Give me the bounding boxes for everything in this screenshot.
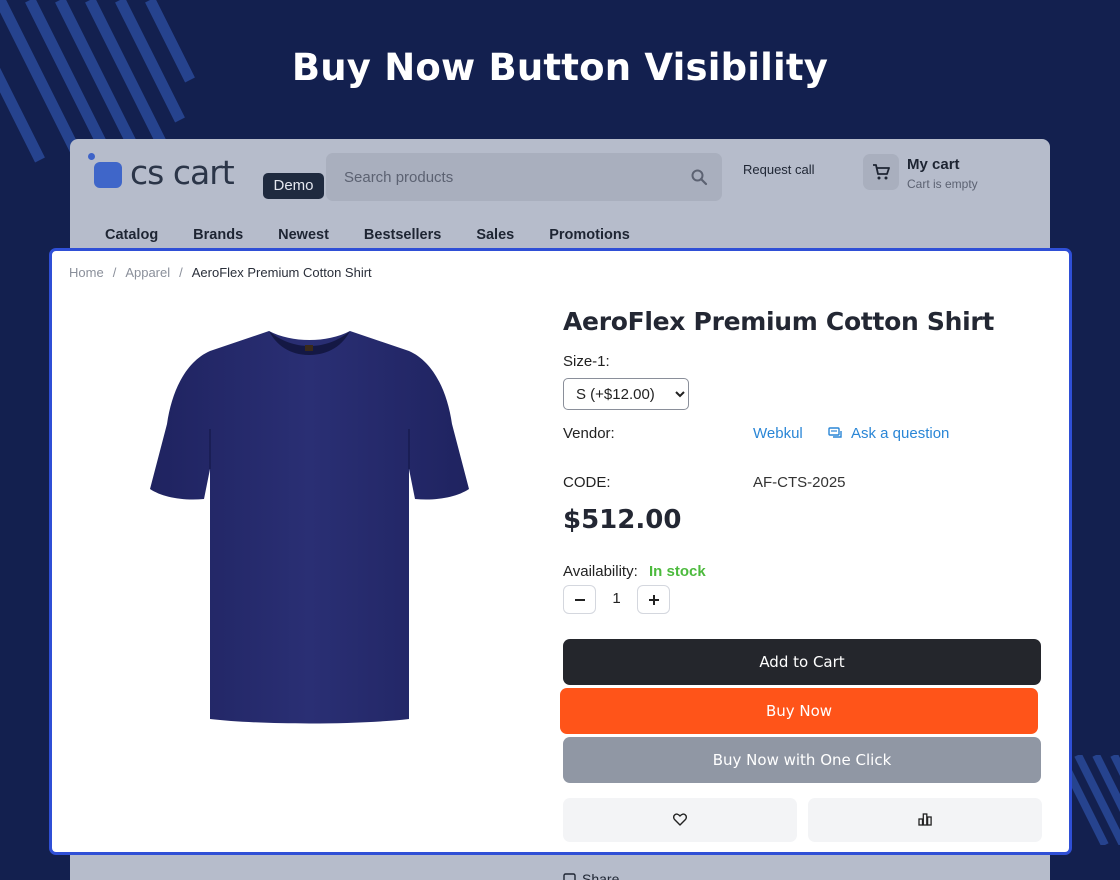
cart-title[interactable]: My cart	[907, 156, 960, 173]
share-label: Share	[582, 871, 620, 880]
code-value: AF-CTS-2025	[753, 474, 846, 491]
breadcrumb: Home / Apparel / AeroFlex Premium Cotton…	[69, 265, 372, 280]
nav-item-catalog[interactable]: Catalog	[105, 227, 158, 243]
vendor-label: Vendor:	[563, 425, 615, 442]
heart-icon	[673, 813, 687, 826]
breadcrumb-current: AeroFlex Premium Cotton Shirt	[191, 265, 372, 280]
ask-question-link[interactable]: Ask a question	[828, 425, 949, 442]
plus-icon	[648, 595, 659, 605]
vendor-link[interactable]: Webkul	[753, 425, 803, 442]
demo-badge: Demo	[263, 173, 324, 199]
minus-icon	[574, 599, 585, 601]
size-select[interactable]: S (+$12.00)	[563, 378, 689, 410]
nav-item-promotions[interactable]: Promotions	[549, 227, 630, 243]
availability-status: In stock	[649, 563, 706, 580]
breadcrumb-home[interactable]: Home	[69, 265, 104, 280]
ask-question-label: Ask a question	[851, 425, 950, 442]
logo-text: cs cart	[130, 153, 235, 192]
add-to-cart-button[interactable]: Add to Cart	[563, 639, 1041, 685]
cart-status: Cart is empty	[907, 177, 978, 191]
page-headline: Buy Now Button Visibility	[291, 46, 829, 89]
search-input[interactable]	[326, 153, 676, 201]
nav-item-bestsellers[interactable]: Bestsellers	[364, 227, 441, 243]
nav-item-sales[interactable]: Sales	[476, 227, 514, 243]
product-image[interactable]	[147, 329, 472, 724]
nav-item-brands[interactable]: Brands	[193, 227, 243, 243]
quantity-value[interactable]: 1	[596, 590, 637, 607]
availability-label: Availability:	[563, 563, 638, 580]
breadcrumb-separator: /	[179, 265, 183, 280]
logo-dot	[88, 153, 95, 160]
cart-icon	[873, 164, 890, 180]
nav-item-newest[interactable]: Newest	[278, 227, 329, 243]
product-title: AeroFlex Premium Cotton Shirt	[563, 307, 995, 336]
chat-icon	[828, 426, 842, 438]
code-label: CODE:	[563, 474, 611, 491]
buy-now-button[interactable]: Buy Now	[560, 688, 1038, 734]
size-label: Size-1:	[563, 353, 610, 370]
search-bar	[326, 153, 722, 201]
main-nav: Catalog Brands Newest Bestsellers Sales …	[105, 227, 665, 243]
share-button[interactable]: Share	[563, 871, 619, 880]
compare-button[interactable]	[808, 798, 1042, 842]
quantity-decrease-button[interactable]	[563, 585, 596, 614]
product-card: Home / Apparel / AeroFlex Premium Cotton…	[49, 248, 1072, 855]
product-price: $512.00	[563, 505, 682, 535]
quantity-increase-button[interactable]	[637, 585, 670, 614]
search-icon[interactable]	[690, 168, 708, 186]
cart-button[interactable]	[863, 154, 899, 190]
logo-square	[94, 162, 122, 188]
share-icon	[563, 872, 576, 880]
compare-icon	[918, 813, 932, 826]
wishlist-button[interactable]	[563, 798, 797, 842]
breadcrumb-separator: /	[112, 265, 117, 280]
buy-one-click-button[interactable]: Buy Now with One Click	[563, 737, 1041, 783]
cs-cart-logo[interactable]: cs cart Demo	[88, 153, 324, 199]
breadcrumb-apparel[interactable]: Apparel	[125, 265, 170, 280]
product-info: AeroFlex Premium Cotton Shirt Size-1: S …	[560, 251, 1053, 851]
request-call-link[interactable]: Request call	[743, 162, 815, 177]
